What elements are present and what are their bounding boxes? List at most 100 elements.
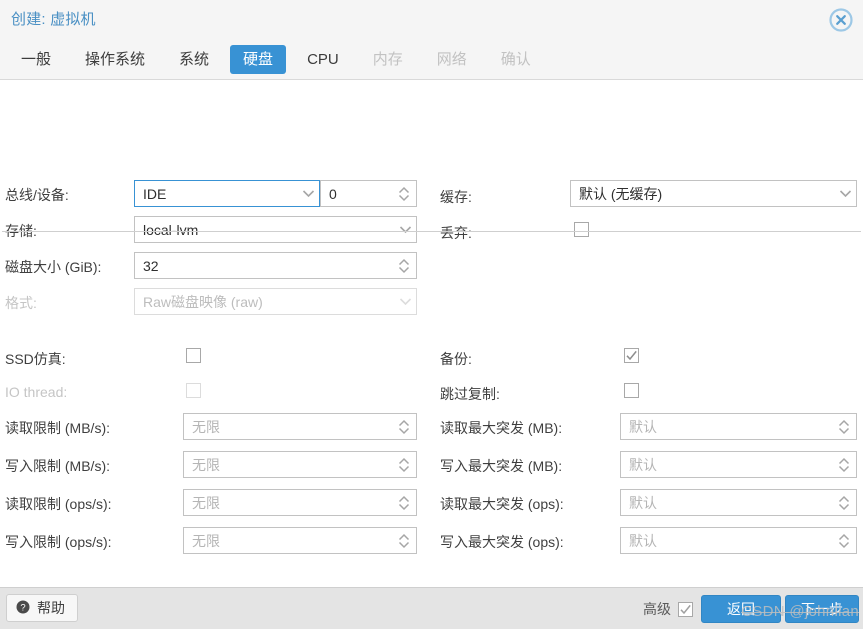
device-number-value: 0 [329, 185, 337, 202]
spinner-icon[interactable] [392, 452, 416, 477]
disk-size-label-wrap: 磁盘大小 (GiB): [5, 257, 101, 277]
advanced-toggle[interactable]: 高级 [643, 599, 693, 619]
spinner-icon[interactable] [392, 414, 416, 439]
write-limit-mb-placeholder: 无限 [192, 456, 220, 473]
write-limit-mb-label-wrap: 写入限制 (MB/s): [5, 456, 110, 476]
io-thread-label-wrap: IO thread: [5, 384, 67, 400]
question-circle-icon: ? [16, 600, 30, 617]
read-burst-ops-label-wrap: 读取最大突发 (ops): [440, 494, 564, 514]
io-thread-checkbox [186, 383, 201, 398]
backup-label: 备份: [440, 351, 472, 367]
write-limit-ops-input[interactable]: 无限 [183, 527, 417, 554]
skip-replication-checkbox[interactable] [624, 383, 639, 398]
chevron-down-icon [394, 289, 416, 314]
tab-confirm: 确认 [500, 51, 531, 68]
create-vm-dialog: 创建: 虚拟机 一般 操作系统 系统 硬盘 CPU 内存 网络 确认 总线/设备… [0, 0, 863, 629]
page-title: 创建: 虚拟机 [11, 11, 96, 28]
skip-replication-label: 跳过复制: [440, 386, 500, 402]
format-label: 格式: [5, 295, 37, 311]
tab-system[interactable]: 系统 [166, 45, 222, 74]
advanced-checkbox[interactable] [678, 601, 693, 617]
write-limit-ops-label: 写入限制 (ops/s): [5, 534, 112, 550]
read-burst-mb-input[interactable]: 默认 [620, 413, 857, 440]
help-button-label: 帮助 [37, 600, 65, 616]
close-circle-icon[interactable] [827, 6, 855, 34]
disk-size-value: 32 [143, 257, 159, 274]
write-burst-mb-label-wrap: 写入最大突发 (MB): [440, 456, 562, 476]
read-limit-ops-placeholder: 无限 [192, 494, 220, 511]
bus-select[interactable]: IDE [134, 180, 320, 207]
write-burst-ops-input[interactable]: 默认 [620, 527, 857, 554]
read-burst-ops-label: 读取最大突发 (ops): [440, 496, 564, 512]
section-divider [2, 231, 861, 232]
spinner-icon[interactable] [832, 490, 856, 515]
spinner-icon[interactable] [392, 528, 416, 553]
ssd-emulation-checkbox[interactable] [186, 348, 201, 363]
svg-text:?: ? [20, 602, 25, 613]
chevron-down-icon[interactable] [394, 217, 416, 242]
read-limit-ops-input[interactable]: 无限 [183, 489, 417, 516]
read-burst-ops-input[interactable]: 默认 [620, 489, 857, 516]
advanced-label: 高级 [643, 601, 671, 617]
cache-select-value: 默认 (无缓存) [579, 185, 663, 202]
read-burst-mb-label: 读取最大突发 (MB): [440, 420, 563, 436]
write-limit-mb-label: 写入限制 (MB/s): [5, 458, 110, 474]
backup-checkbox[interactable] [624, 348, 639, 363]
read-limit-mb-placeholder: 无限 [192, 418, 220, 435]
storage-select[interactable]: local-lvm [134, 216, 417, 243]
io-thread-label: IO thread: [5, 384, 68, 400]
discard-checkbox[interactable] [574, 222, 589, 237]
tab-general[interactable]: 一般 [8, 45, 64, 74]
tab-network: 网络 [436, 51, 467, 68]
back-button[interactable]: 返回 [701, 595, 781, 623]
chevron-down-icon[interactable] [834, 181, 856, 206]
discard-label: 丢弃: [440, 225, 472, 241]
ssd-emulation-label-wrap: SSD仿真: [5, 349, 66, 369]
cache-label: 缓存: [440, 189, 472, 205]
next-button[interactable]: 下一步 [785, 595, 859, 623]
bus-select-value: IDE [143, 185, 167, 202]
write-limit-ops-label-wrap: 写入限制 (ops/s): [5, 532, 112, 552]
device-number-stepper[interactable]: 0 [320, 180, 417, 207]
write-burst-ops-label-wrap: 写入最大突发 (ops): [440, 532, 564, 552]
read-limit-ops-label: 读取限制 (ops/s): [5, 496, 112, 512]
ssd-emulation-label: SSD仿真: [5, 351, 66, 367]
read-burst-ops-placeholder: 默认 [629, 494, 657, 511]
disk-size-label: 磁盘大小 (GiB): [5, 259, 102, 275]
write-burst-ops-placeholder: 默认 [629, 532, 657, 549]
help-button[interactable]: ? 帮助 [6, 594, 78, 622]
spinner-icon[interactable] [832, 528, 856, 553]
skip-replication-label-wrap: 跳过复制: [440, 384, 500, 404]
spinner-icon[interactable] [392, 490, 416, 515]
tab-memory: 内存 [372, 51, 403, 68]
tab-disk[interactable]: 硬盘 [230, 45, 287, 74]
read-burst-mb-placeholder: 默认 [629, 418, 657, 435]
write-limit-mb-input[interactable]: 无限 [183, 451, 417, 478]
write-burst-mb-placeholder: 默认 [629, 456, 657, 473]
spinner-icon[interactable] [832, 452, 856, 477]
cache-select[interactable]: 默认 (无缓存) [570, 180, 857, 207]
write-burst-mb-label: 写入最大突发 (MB): [440, 458, 563, 474]
chevron-down-icon[interactable] [297, 181, 319, 206]
read-limit-ops-label-wrap: 读取限制 (ops/s): [5, 494, 112, 514]
tab-os[interactable]: 操作系统 [72, 45, 158, 74]
spinner-icon[interactable] [832, 414, 856, 439]
spinner-icon[interactable] [392, 253, 416, 278]
tab-cpu[interactable]: CPU [294, 45, 352, 74]
dialog-footer: ? 帮助 高级 返回 下一步 CSDN @johnlian [0, 587, 863, 629]
spinner-icon[interactable] [392, 181, 416, 206]
write-burst-ops-label: 写入最大突发 (ops): [440, 534, 564, 550]
read-burst-mb-label-wrap: 读取最大突发 (MB): [440, 418, 562, 438]
disk-size-input[interactable]: 32 [134, 252, 417, 279]
discard-label-wrap: 丢弃: [440, 223, 472, 243]
write-burst-mb-input[interactable]: 默认 [620, 451, 857, 478]
read-limit-mb-input[interactable]: 无限 [183, 413, 417, 440]
write-limit-ops-placeholder: 无限 [192, 532, 220, 549]
backup-label-wrap: 备份: [440, 349, 472, 369]
format-label-wrap: 格式: [5, 293, 37, 313]
format-select: Raw磁盘映像 (raw) [134, 288, 417, 315]
bus-device-label: 总线/设备: [5, 187, 69, 203]
cache-label-wrap: 缓存: [440, 187, 472, 207]
bus-device-label-wrap: 总线/设备: [5, 185, 69, 205]
read-limit-mb-label: 读取限制 (MB/s): [5, 420, 110, 436]
